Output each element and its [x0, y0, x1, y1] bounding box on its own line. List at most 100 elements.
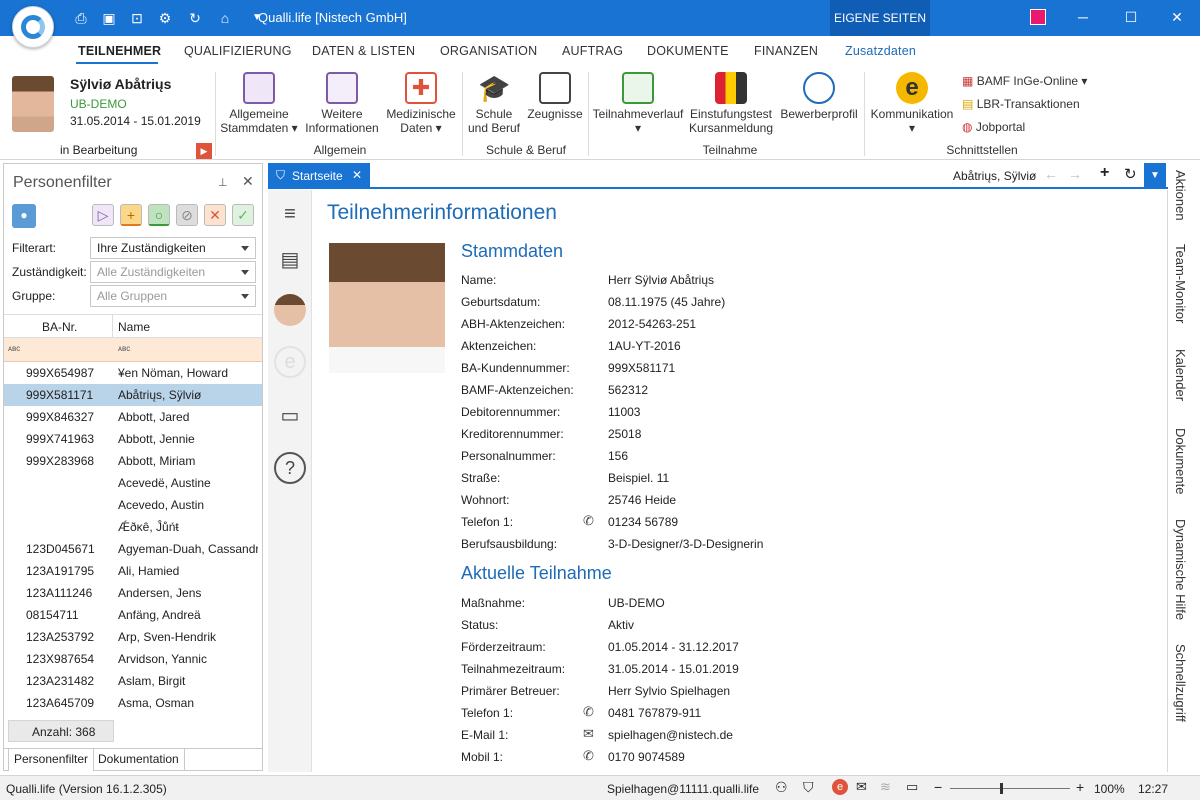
close-tab-icon[interactable]: ✕	[352, 168, 362, 182]
sidebar-item-kalender[interactable]: Kalender	[1173, 349, 1188, 401]
bamf-inge-online-button[interactable]: ▦ BAMF InGe-Online ▾	[962, 74, 1087, 88]
settings-icon[interactable]: ⚙	[156, 9, 174, 27]
disabled-filter-button[interactable]: ⊘	[176, 204, 198, 226]
color-indicator[interactable]	[1030, 9, 1046, 25]
dropdown-icon[interactable]: ▼	[1144, 163, 1166, 189]
confirm-filter-button[interactable]: ✓	[232, 204, 254, 226]
table-row[interactable]: 999X741963 Abbott, Jennie	[4, 428, 262, 450]
column-name[interactable]: Name	[118, 320, 150, 334]
sidebar-item-dokumente[interactable]: Dokumente	[1173, 428, 1188, 494]
text-filter-icon[interactable]: ᴀʙᴄ	[118, 344, 130, 353]
column-ba-nr[interactable]: BA-Nr.	[42, 320, 77, 334]
tab-teilnehmer[interactable]: TEILNEHMER	[78, 44, 161, 58]
user-icon[interactable]: ⚇	[775, 779, 788, 796]
zoom-out-icon[interactable]: −	[934, 779, 942, 795]
eigene-seiten-button[interactable]: EIGENE SEITEN	[830, 0, 930, 36]
tab-auftrag[interactable]: AUFTRAG	[562, 44, 623, 58]
close-button[interactable]: ✕	[1154, 0, 1200, 36]
table-row[interactable]: Ǽðĸȇ, Ĵůńŧ	[4, 516, 262, 538]
app-logo-icon[interactable]	[12, 6, 54, 48]
tab-organisation[interactable]: ORGANISATION	[440, 44, 537, 58]
table-row[interactable]: 123A111246 Andersen, Jens	[4, 582, 262, 604]
phone-icon[interactable]: ✆	[583, 748, 594, 764]
tab-qualifizierung[interactable]: QUALIFIZIERUNG	[184, 44, 292, 58]
window-icon[interactable]: ▭	[906, 779, 918, 795]
e-status-icon[interactable]: e	[832, 779, 848, 795]
lbr-transaktionen-button[interactable]: ▤ LBR-Transaktionen	[962, 97, 1080, 111]
sidebar-item-aktionen[interactable]: Aktionen	[1173, 170, 1188, 221]
table-row[interactable]: 123A231482 Aslam, Birgit	[4, 670, 262, 692]
gruppe-select[interactable]: Alle Gruppen	[90, 285, 256, 307]
zeugnisse-button[interactable]: Zeugnisse	[524, 72, 586, 121]
table-row[interactable]: 123A253792 Arp, Sven-Hendrik	[4, 626, 262, 648]
tab-dokumentation[interactable]: Dokumentation	[93, 749, 185, 771]
medizinische-daten-button[interactable]: ✚ Medizinische Daten ▾	[384, 72, 458, 135]
lock-icon[interactable]: ⊡	[128, 9, 146, 27]
forward-icon[interactable]: →	[1068, 166, 1082, 182]
tab-dokumente[interactable]: DOKUMENTE	[647, 44, 729, 58]
zoom-in-icon[interactable]: +	[1076, 779, 1084, 795]
sidebar-item-schnellzugriff[interactable]: Schnellzugriff	[1173, 644, 1188, 722]
add-icon[interactable]: +	[1100, 164, 1109, 182]
remove-filter-button[interactable]: ✕	[204, 204, 226, 226]
tab-startseite[interactable]: ⛉ Startseite ✕	[268, 163, 370, 189]
bewerberprofil-button[interactable]: Bewerberprofil	[778, 72, 860, 121]
home-icon[interactable]: ⌂	[216, 9, 234, 27]
menu-icon[interactable]: ≡	[274, 198, 306, 230]
table-row[interactable]: 123A191795 Ali, Hamied	[4, 560, 262, 582]
play-arrow-icon[interactable]: ▶	[196, 143, 212, 159]
kommunikation-button[interactable]: e Kommunikation ▾	[868, 72, 956, 135]
table-row[interactable]: 999X283968 Abbott, Miriam	[4, 450, 262, 472]
save-icon[interactable]: ▣	[100, 9, 118, 27]
e-icon[interactable]: e	[274, 346, 306, 378]
schule-beruf-button[interactable]: 🎓 Schule und Beruf	[465, 72, 523, 135]
phone-icon[interactable]: ✆	[583, 513, 594, 529]
close-icon[interactable]: ✕	[242, 173, 254, 190]
presentation-icon[interactable]: ▭	[274, 400, 306, 432]
person-photo-icon[interactable]	[274, 294, 306, 326]
zoom-slider-track[interactable]	[950, 788, 1070, 789]
mail-icon[interactable]: ✉	[583, 726, 594, 742]
tab-zusatzdaten[interactable]: Zusatzdaten	[845, 44, 916, 58]
tab-finanzen[interactable]: FINANZEN	[754, 44, 818, 58]
sidebar-item-dynamische-hilfe[interactable]: Dynamische Hilfe	[1173, 519, 1188, 620]
mail-icon[interactable]: ✉	[856, 779, 867, 795]
back-icon[interactable]: ←	[1044, 166, 1058, 182]
print-icon[interactable]: ⎙	[72, 9, 90, 27]
maximize-button[interactable]: ☐	[1108, 0, 1154, 36]
tab-personenfilter[interactable]: Personenfilter	[8, 749, 95, 771]
sidebar-item-team-monitor[interactable]: Team-Monitor	[1173, 244, 1188, 323]
phone-icon[interactable]: ✆	[583, 704, 594, 720]
zustaendigkeit-select[interactable]: Alle Zuständigkeiten	[90, 261, 256, 283]
shield-check-icon[interactable]: ⛉	[803, 779, 814, 796]
text-filter-icon[interactable]: ᴀʙᴄ	[8, 344, 20, 353]
minimize-button[interactable]: ─	[1060, 0, 1106, 36]
table-row[interactable]: 123A645709 Asma, Osman	[4, 692, 262, 714]
table-row[interactable]: Acevedo, Austin	[4, 494, 262, 516]
weitere-informationen-button[interactable]: Weitere Informationen	[302, 72, 382, 135]
reload-icon[interactable]: ↻	[1124, 165, 1137, 183]
refresh-icon[interactable]: ↻	[186, 9, 204, 27]
table-row[interactable]: 123D045671 Agyeman-Duah, Cassandra	[4, 538, 262, 560]
grid-filter-row[interactable]: ᴀʙᴄ ᴀʙᴄ	[4, 338, 262, 362]
zoom-slider-thumb[interactable]	[1000, 783, 1003, 794]
table-row[interactable]: Acevedë, Austine	[4, 472, 262, 494]
table-row[interactable]: 999X846327 Abbott, Jared	[4, 406, 262, 428]
allgemeine-stammdaten-button[interactable]: Allgemeine Stammdaten ▾	[218, 72, 300, 135]
teilnahmeverlauf-button[interactable]: Teilnahmeverlauf ▾	[592, 72, 684, 135]
document-icon[interactable]: ▤	[274, 244, 306, 276]
help-icon[interactable]: ?	[274, 452, 306, 484]
circle-filter-button[interactable]: ○	[148, 204, 170, 226]
play-filter-button[interactable]: ▷	[92, 204, 114, 226]
table-row[interactable]: 08154711 Anfäng, Andreä	[4, 604, 262, 626]
einstufungstest-button[interactable]: Einstufungstest Kursanmeldung	[688, 72, 774, 135]
table-row[interactable]: 123X987654 Arvidson, Yannic	[4, 648, 262, 670]
tab-daten-listen[interactable]: DATEN & LISTEN	[312, 44, 415, 58]
jobportal-button[interactable]: ◍ Jobportal	[962, 120, 1025, 134]
person-icon[interactable]: ●	[12, 204, 36, 228]
pin-icon[interactable]: ⊥	[218, 176, 228, 189]
add-filter-button[interactable]: +	[120, 204, 142, 226]
filterart-select[interactable]: Ihre Zuständigkeiten	[90, 237, 256, 259]
table-row[interactable]: 999X654987 ¥en Nöman, Howard	[4, 362, 262, 384]
table-row[interactable]: 999X581171 Abåtriųs, Sÿlviø	[4, 384, 262, 406]
